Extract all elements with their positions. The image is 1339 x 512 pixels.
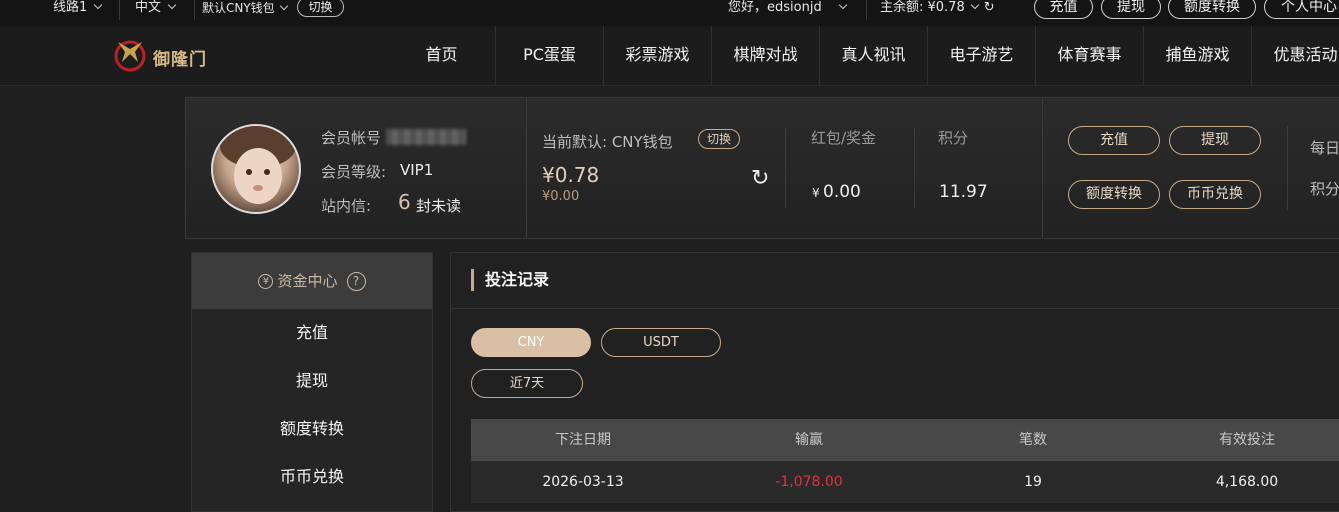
- language-select[interactable]: 中文: [135, 0, 177, 20]
- cell-winloss: -1,078.00: [775, 474, 843, 490]
- points-label-2: 积分: [1310, 180, 1339, 198]
- top-bar: 线路1 中文 默认CNY钱包 切换 您好，edsionjd 主余额: ¥0.78…: [0, 0, 1339, 26]
- nav-chess[interactable]: 棋牌对战: [712, 26, 820, 86]
- account-value-masked: [386, 129, 466, 145]
- divider: [914, 128, 915, 208]
- tab-cny[interactable]: CNY: [471, 328, 591, 357]
- balance-display[interactable]: 主余额: ¥0.78 ↻: [880, 0, 995, 20]
- bonus-currency: ¥: [812, 186, 820, 200]
- sidebar: ¥ 资金中心? 充值 提现 额度转换 币币兑换: [191, 252, 433, 512]
- divider: [1042, 98, 1043, 238]
- transfer-button[interactable]: 额度转换: [1168, 0, 1256, 19]
- cell-valid-bet: 4,168.00: [1215, 474, 1279, 490]
- main-amount: ¥0.78: [542, 163, 600, 187]
- points-label: 积分: [938, 129, 969, 147]
- inbox-label: 站内信:: [321, 197, 372, 215]
- refresh-icon[interactable]: ↻: [751, 166, 769, 191]
- wallet-switch-button[interactable]: 切换: [297, 0, 344, 17]
- bonus-label: 红包/奖金: [811, 129, 877, 147]
- withdraw-button[interactable]: 提现: [1169, 126, 1261, 155]
- sidebar-title: 资金中心: [277, 272, 338, 290]
- account-label: 会员帐号: [321, 129, 382, 147]
- logo-emblem-icon: [114, 40, 146, 72]
- wallet-select[interactable]: 默认CNY钱包: [202, 0, 288, 20]
- level-value: VIP1: [400, 161, 434, 179]
- yen-icon: ¥: [258, 274, 274, 289]
- sidebar-header: ¥ 资金中心?: [192, 253, 432, 309]
- help-icon[interactable]: ?: [346, 272, 366, 291]
- divider: [866, 0, 867, 20]
- site-logo[interactable]: 御隆门: [110, 36, 210, 76]
- tab-usdt[interactable]: USDT: [601, 328, 721, 357]
- deposit-button[interactable]: 充值: [1034, 0, 1093, 19]
- avatar-image: [220, 126, 296, 204]
- deposit-button[interactable]: 充值: [1068, 126, 1160, 155]
- daily-label: 每日: [1310, 139, 1339, 157]
- nav-live[interactable]: 真人视讯: [820, 26, 928, 86]
- inbox-count[interactable]: 6: [398, 190, 411, 214]
- page-title: 投注记录: [471, 269, 549, 291]
- avatar: [211, 124, 301, 214]
- bet-records-panel: 投注记录 CNY USDT 近7天 下注日期 输赢 笔数 有效投注 2026-0…: [450, 252, 1339, 512]
- divider: [194, 0, 195, 20]
- chevron-down-icon: [279, 1, 288, 11]
- inbox-suffix: 封未读: [416, 197, 462, 215]
- personal-center-button[interactable]: 个人中心: [1264, 0, 1339, 19]
- refresh-icon[interactable]: ↻: [984, 0, 995, 15]
- chevron-down-icon: [94, 0, 103, 10]
- withdraw-button[interactable]: 提现: [1101, 0, 1161, 19]
- divider: [1287, 126, 1288, 210]
- main-nav: 首页 PC蛋蛋 彩票游戏 棋牌对战 真人视讯 电子游艺 体育赛事 捕鱼游戏 优惠…: [388, 26, 1339, 86]
- divider: [526, 98, 527, 238]
- chevron-down-icon: [167, 0, 177, 10]
- current-default-label: 当前默认: CNY钱包: [542, 133, 673, 151]
- nav-home[interactable]: 首页: [388, 26, 496, 86]
- col-count: 笔数: [1019, 432, 1047, 448]
- divider: [785, 128, 786, 208]
- profile-card: 会员帐号 会员等级: VIP1 站内信: 6 封未读 当前默认: CNY钱包 切…: [185, 97, 1339, 239]
- table-header: 下注日期 输赢 笔数 有效投注: [471, 419, 1339, 461]
- chevron-down-icon: [970, 0, 979, 10]
- wallet-switch-button[interactable]: 切换: [698, 129, 740, 149]
- sub-amount: ¥0.00: [542, 189, 580, 204]
- nav-lottery[interactable]: 彩票游戏: [604, 26, 712, 86]
- cell-count: 19: [1024, 474, 1042, 490]
- bonus-value: 0.00: [823, 182, 861, 202]
- col-valid-bet: 有效投注: [1219, 432, 1275, 448]
- logo-text: 御隆门: [153, 50, 207, 70]
- sidebar-item-exchange[interactable]: 币币兑换: [192, 453, 432, 501]
- chevron-down-icon: [838, 0, 847, 10]
- nav-promotions[interactable]: 优惠活动: [1252, 26, 1339, 86]
- line-select[interactable]: 线路1: [53, 0, 103, 20]
- col-winloss: 输赢: [795, 432, 823, 448]
- points-value: 11.97: [939, 182, 988, 202]
- range-7-days-button[interactable]: 近7天: [471, 369, 583, 398]
- nav-pc-egg[interactable]: PC蛋蛋: [496, 26, 604, 86]
- main-header: 御隆门 首页 PC蛋蛋 彩票游戏 棋牌对战 真人视讯 电子游艺 体育赛事 捕鱼游…: [0, 26, 1339, 86]
- col-date: 下注日期: [555, 432, 611, 448]
- level-label: 会员等级:: [321, 163, 387, 181]
- nav-fishing[interactable]: 捕鱼游戏: [1144, 26, 1252, 86]
- exchange-button[interactable]: 币币兑换: [1169, 180, 1261, 209]
- divider: [119, 0, 120, 20]
- transfer-button[interactable]: 额度转换: [1068, 180, 1160, 209]
- greeting-dropdown[interactable]: 您好，edsionjd: [728, 0, 847, 20]
- sidebar-item-transfer[interactable]: 额度转换: [192, 405, 432, 453]
- sidebar-item-withdraw[interactable]: 提现: [192, 357, 432, 405]
- cell-date: 2026-03-13: [542, 474, 624, 490]
- sidebar-item-deposit[interactable]: 充值: [192, 309, 432, 357]
- nav-slots[interactable]: 电子游艺: [928, 26, 1036, 86]
- nav-sports[interactable]: 体育赛事: [1036, 26, 1144, 86]
- table-row[interactable]: 2026-03-13 -1,078.00 19 4,168.00: [471, 461, 1339, 503]
- divider: [451, 308, 1339, 309]
